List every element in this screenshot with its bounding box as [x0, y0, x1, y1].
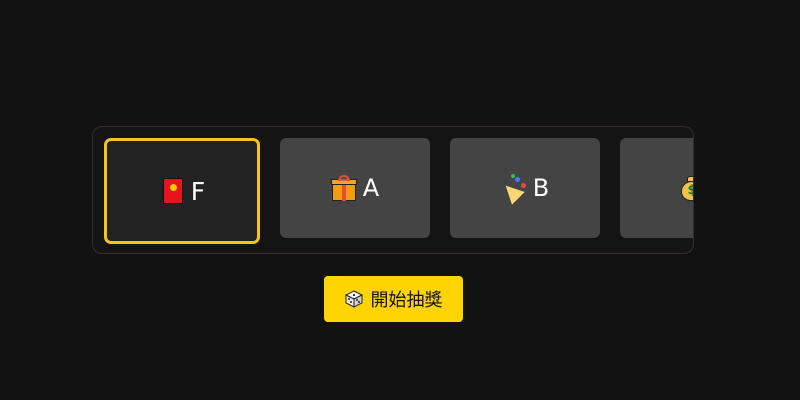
gift-icon: [330, 175, 357, 201]
start-draw-label: 開始抽獎: [370, 290, 443, 311]
red-envelope-icon: [159, 178, 185, 204]
start-draw-button[interactable]: 開始抽獎: [324, 276, 463, 322]
prize-strip: F A B $: [92, 126, 694, 254]
money-bag-icon: $: [679, 175, 693, 201]
prize-card-label: A: [362, 174, 380, 202]
prize-card-money[interactable]: $: [620, 138, 693, 238]
prize-card-b[interactable]: B: [450, 138, 600, 238]
prize-card-label: F: [190, 176, 206, 206]
prize-card-f[interactable]: F: [104, 138, 260, 244]
party-popper-icon: [499, 174, 527, 205]
prize-card-label: B: [532, 174, 550, 202]
prize-card-a[interactable]: A: [280, 138, 430, 238]
dice-icon: [344, 290, 363, 308]
lottery-stage: F A B $: [0, 0, 800, 400]
